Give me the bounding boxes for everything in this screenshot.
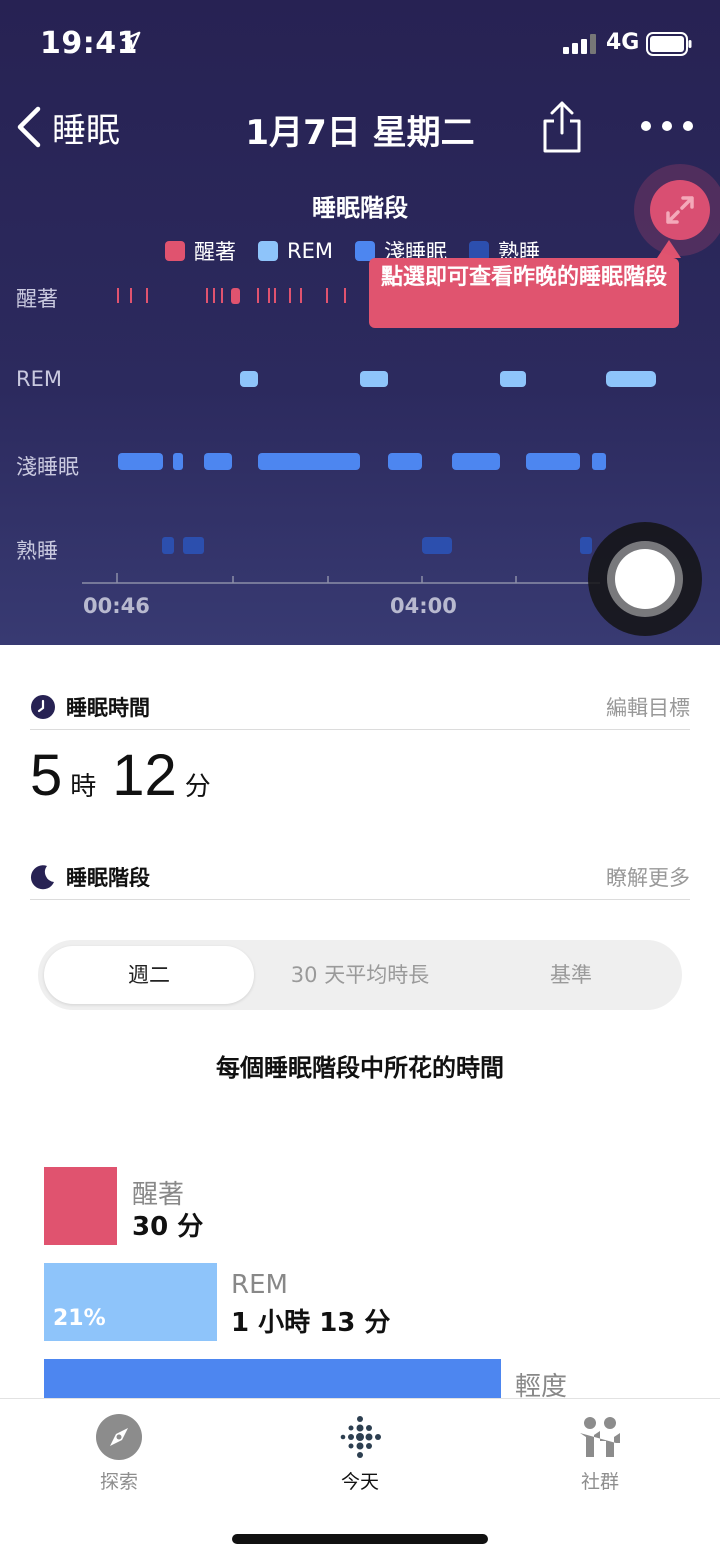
stage-segments-deep <box>162 537 592 554</box>
stage-bar-label-rem: REM <box>231 1270 288 1300</box>
time-axis <box>82 573 600 584</box>
status-bar: 19:41 4G <box>0 0 720 90</box>
legend-item-rem: REM <box>258 236 333 266</box>
sleep-stages-title: 睡眠階段 <box>66 866 150 890</box>
duration-minutes: 12 <box>112 743 177 808</box>
learn-more-link[interactable]: 瞭解更多 <box>606 862 690 892</box>
tab-30-day-average[interactable]: 30 天平均時長 <box>254 946 466 1004</box>
navigation-bar: 睡眠 1月7日 星期二 <box>0 95 720 159</box>
tab-benchmark[interactable]: 基準 <box>466 946 676 1004</box>
stage-bar-value-rem: 1 小時 13 分 <box>231 1308 391 1338</box>
assistive-touch-button[interactable] <box>588 522 702 636</box>
sleep-time-header: 睡眠時間 編輯目標 <box>30 686 690 730</box>
fitbit-logo-icon <box>340 1416 381 1458</box>
time-tick-start: 00:46 <box>83 594 150 618</box>
compass-icon <box>96 1414 142 1460</box>
stage-period-selector: 週二 30 天平均時長 基準 <box>38 940 682 1010</box>
edit-goal-link[interactable]: 編輯目標 <box>606 692 690 722</box>
share-icon[interactable] <box>540 99 584 155</box>
expand-chart-button[interactable] <box>650 180 710 240</box>
stage-bar-awake[interactable] <box>44 1167 117 1245</box>
sleep-duration: 5 時 12 分 <box>30 742 227 809</box>
legend-label: REM <box>287 239 333 263</box>
stage-transitions <box>117 295 607 545</box>
assistive-touch-ring <box>607 541 683 617</box>
back-label: 睡眠 <box>52 110 120 151</box>
moon-icon <box>30 865 54 890</box>
sleep-time-title: 睡眠時間 <box>66 696 150 720</box>
stage-bar-percent-rem: 21% <box>53 1306 106 1331</box>
back-button[interactable]: 睡眠 <box>14 95 120 159</box>
hypnogram-title: 睡眠階段 <box>312 194 408 222</box>
stage-bar-value-awake: 30 分 <box>132 1212 204 1242</box>
duration-hours: 5 <box>30 743 63 808</box>
location-arrow-icon <box>121 31 141 51</box>
duration-hours-unit: 時 <box>70 772 97 802</box>
legend-label: 醒著 <box>194 240 236 264</box>
sleep-hypnogram-panel: 19:41 4G 睡眠 1月7日 星期二 睡眠階段 醒著 REM 淺睡眠 熟睡 <box>0 0 720 645</box>
legend-item-awake: 醒著 <box>165 236 236 266</box>
stage-label-deep: 熟睡 <box>16 539 58 563</box>
expand-arrows-icon <box>666 196 694 224</box>
clock-icon <box>31 695 55 719</box>
legend-swatch <box>165 241 185 261</box>
tab-discover-label: 探索 <box>99 1471 138 1493</box>
stage-time-chart-title: 每個睡眠階段中所花的時間 <box>216 1054 504 1082</box>
home-indicator <box>232 1534 488 1544</box>
stage-label-awake: 醒著 <box>16 287 58 311</box>
page-title: 1月7日 星期二 <box>245 113 475 153</box>
chevron-left-icon <box>17 106 41 148</box>
stage-segments-rem <box>240 371 656 387</box>
tab-community[interactable]: 社群 <box>530 1399 670 1499</box>
legend-swatch <box>258 241 278 261</box>
tab-today-label: 今天 <box>340 1471 379 1493</box>
tooltip-arrow <box>657 240 681 258</box>
battery-icon <box>646 32 692 56</box>
tab-discover[interactable]: 探索 <box>49 1399 189 1499</box>
time-tick-mid: 04:00 <box>390 594 457 618</box>
sleep-stages-header: 睡眠階段 瞭解更多 <box>30 856 690 900</box>
tab-today[interactable]: 今天 <box>290 1399 430 1499</box>
network-type-label: 4G <box>606 30 640 55</box>
stage-label-light: 淺睡眠 <box>16 455 79 479</box>
duration-minutes-unit: 分 <box>184 772 211 802</box>
assistive-touch-core <box>615 549 675 609</box>
stage-label-rem: REM <box>16 367 62 391</box>
stage-bar-rem[interactable]: 21% <box>44 1263 217 1341</box>
stage-segments-light <box>118 453 606 470</box>
tab-community-label: 社群 <box>580 1471 619 1493</box>
more-options-icon[interactable] <box>632 111 702 141</box>
tooltip[interactable]: 點選即可查看昨晚的睡眠階段 <box>369 258 679 328</box>
stage-segment-awake <box>231 288 240 304</box>
cellular-signal-icon <box>563 34 596 54</box>
community-people-icon <box>580 1417 620 1457</box>
bottom-tab-bar: 探索 今天 社群 <box>0 1398 720 1559</box>
tab-tuesday[interactable]: 週二 <box>44 946 254 1004</box>
